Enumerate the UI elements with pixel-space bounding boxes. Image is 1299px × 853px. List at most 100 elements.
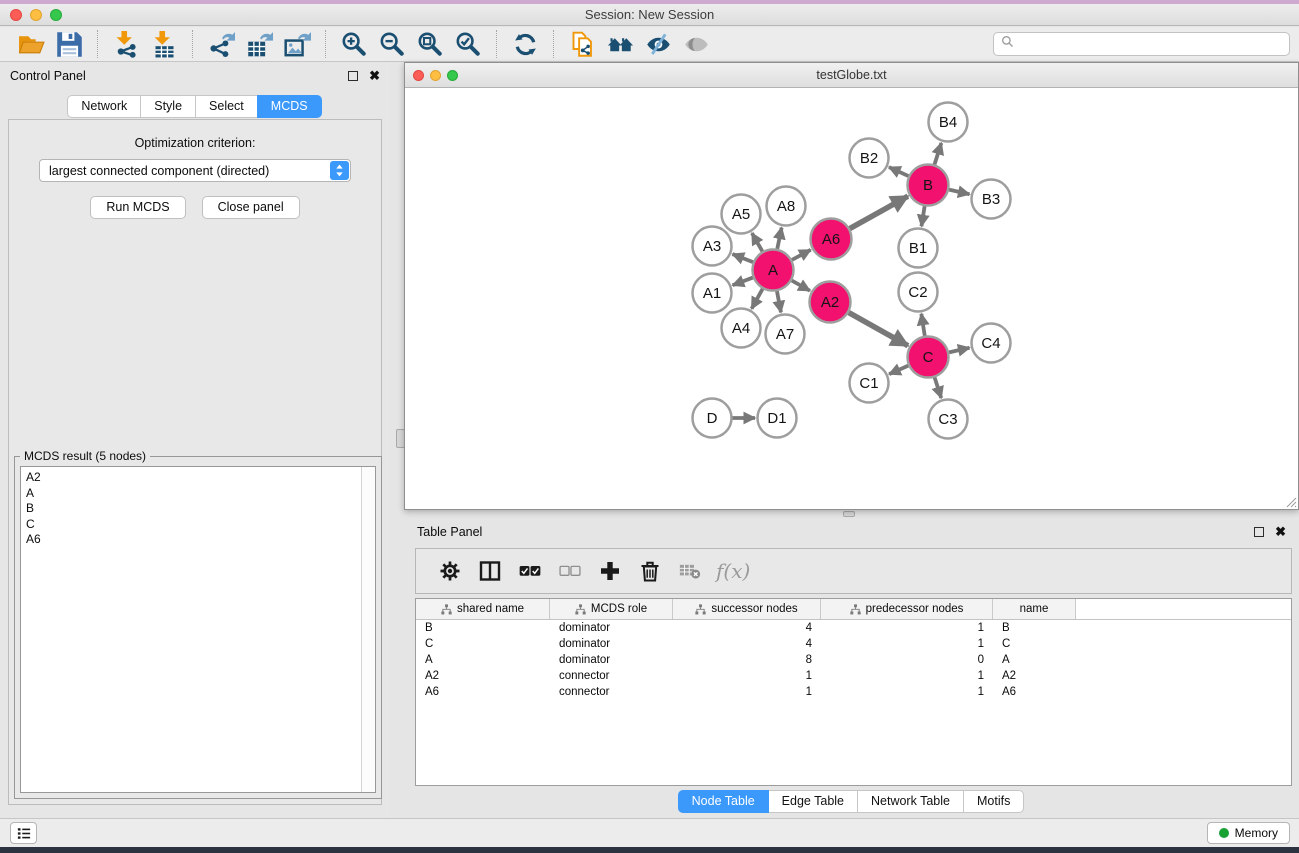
cell-shared-name[interactable]: A6 [416,686,550,698]
task-history-button[interactable] [10,822,37,844]
edge-A-A7[interactable] [777,291,781,312]
node-A[interactable]: A [753,250,794,291]
cell-name[interactable]: C [993,638,1076,650]
edge-C-C2[interactable] [921,314,924,336]
show-all-button[interactable] [677,29,715,59]
node-C1[interactable]: C1 [850,364,889,403]
node-B4[interactable]: B4 [929,103,968,142]
cell-shared-name[interactable]: A2 [416,670,550,682]
cell-MCDS-role[interactable]: connector [550,686,673,698]
import-table-button[interactable] [145,29,183,59]
edge-A-A4[interactable] [752,289,763,309]
column-header-predecessor-nodes[interactable]: predecessor nodes [821,599,993,619]
node-A2[interactable]: A2 [810,282,851,323]
table-row[interactable]: Adominator80A [416,652,1291,668]
node-A5[interactable]: A5 [722,195,761,234]
memory-button[interactable]: Memory [1207,822,1290,844]
cell-name[interactable]: B [993,622,1076,634]
zoom-in-button[interactable] [335,29,373,59]
run-mcds-button[interactable]: Run MCDS [90,196,185,219]
cell-predecessor-nodes[interactable]: 0 [821,654,993,666]
edge-B-B3[interactable] [949,190,970,195]
edge-A-A8[interactable] [777,228,781,249]
horizontal-splitter-handle[interactable] [843,511,855,517]
node-C2[interactable]: C2 [899,273,938,312]
cell-successor-nodes[interactable]: 1 [673,686,821,698]
cell-MCDS-role[interactable]: dominator [550,654,673,666]
node-A6[interactable]: A6 [811,219,852,260]
deselect-all-button[interactable] [550,555,590,587]
result-item[interactable]: C [26,517,375,533]
column-header-shared-name[interactable]: shared name [416,599,550,619]
cell-successor-nodes[interactable]: 4 [673,638,821,650]
cell-MCDS-role[interactable]: dominator [550,638,673,650]
column-header-name[interactable]: name [993,599,1076,619]
result-item[interactable]: B [26,501,375,517]
search-field[interactable] [993,32,1290,56]
open-session-button[interactable] [12,29,50,59]
edge-A2-C[interactable] [849,313,908,346]
cell-MCDS-role[interactable]: dominator [550,622,673,634]
cell-predecessor-nodes[interactable]: 1 [821,686,993,698]
column-header-successor-nodes[interactable]: successor nodes [673,599,821,619]
tab-network[interactable]: Network [67,95,141,118]
node-A8[interactable]: A8 [767,187,806,226]
result-item[interactable]: A [26,486,375,502]
edge-C-C1[interactable] [889,366,908,374]
close-network-button[interactable] [413,70,424,81]
zoom-out-button[interactable] [373,29,411,59]
table-row[interactable]: A2connector11A2 [416,668,1291,684]
close-table-panel-icon[interactable]: ✖ [1275,527,1286,537]
tab-mcds[interactable]: MCDS [257,95,322,118]
node-A7[interactable]: A7 [766,315,805,354]
network-canvas[interactable]: B4B2BB3A5A8A6A3B1AA1C2A2A4A7C4CC1C3DD1 [405,89,1298,509]
node-A4[interactable]: A4 [722,309,761,348]
export-network-button[interactable] [202,29,240,59]
minimize-window-button[interactable] [30,9,42,21]
cell-successor-nodes[interactable]: 4 [673,622,821,634]
edge-A-A6[interactable] [792,250,811,260]
node-B2[interactable]: B2 [850,139,889,178]
edge-A-A3[interactable] [732,254,753,262]
node-C[interactable]: C [908,337,949,378]
cell-successor-nodes[interactable]: 8 [673,654,821,666]
resize-grip-icon[interactable] [1284,495,1297,508]
node-C3[interactable]: C3 [929,400,968,439]
cell-name[interactable]: A [993,654,1076,666]
zoom-window-button[interactable] [50,9,62,21]
clone-network-button[interactable] [563,29,601,59]
float-table-panel-icon[interactable] [1254,527,1264,537]
node-D1[interactable]: D1 [758,399,797,438]
table-settings-button[interactable] [430,555,470,587]
node-A1[interactable]: A1 [693,274,732,313]
minimize-network-button[interactable] [430,70,441,81]
table-row[interactable]: Bdominator41B [416,620,1291,636]
table-row[interactable]: Cdominator41C [416,636,1291,652]
cell-predecessor-nodes[interactable]: 1 [821,638,993,650]
zoom-selected-button[interactable] [449,29,487,59]
node-B1[interactable]: B1 [899,229,938,268]
save-session-button[interactable] [50,29,88,59]
tab-motifs[interactable]: Motifs [963,790,1024,813]
export-image-button[interactable] [278,29,316,59]
mcds-result-list[interactable]: A2ABCA6 [20,466,376,793]
node-A3[interactable]: A3 [693,227,732,266]
edge-A-A1[interactable] [733,278,753,286]
edge-A-A5[interactable] [752,233,762,251]
edge-B-B2[interactable] [889,167,908,176]
delete-column-button[interactable] [630,555,670,587]
add-column-button[interactable] [590,555,630,587]
tab-select[interactable]: Select [195,95,258,118]
tab-edge-table[interactable]: Edge Table [768,790,858,813]
close-window-button[interactable] [10,9,22,21]
tab-node-table[interactable]: Node Table [678,790,769,813]
zoom-network-button[interactable] [447,70,458,81]
float-panel-icon[interactable] [348,71,358,81]
refresh-button[interactable] [506,29,544,59]
edge-A6-B[interactable] [850,196,908,228]
result-item[interactable]: A6 [26,532,375,548]
criterion-dropdown[interactable]: largest connected component (directed) [39,159,351,182]
cell-successor-nodes[interactable]: 1 [673,670,821,682]
cell-shared-name[interactable]: A [416,654,550,666]
edge-C-C4[interactable] [949,348,970,353]
